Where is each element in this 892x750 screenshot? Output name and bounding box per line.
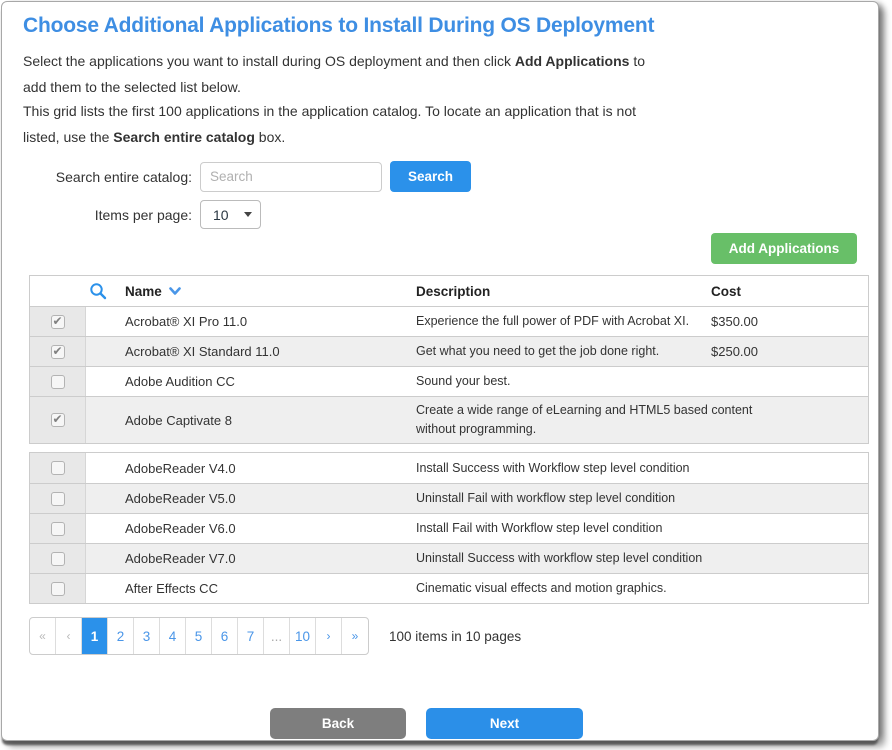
- app-description: Install Success with Workflow step level…: [416, 455, 756, 482]
- row-checkbox[interactable]: [51, 413, 65, 427]
- header-name[interactable]: Name: [86, 282, 416, 300]
- app-description: Uninstall Fail with workflow step level …: [416, 485, 756, 512]
- table-section-bottom: AdobeReader V4.0 Install Success with Wo…: [29, 452, 869, 604]
- page-number-button[interactable]: 6: [212, 618, 238, 654]
- checkbox-cell: [30, 514, 86, 543]
- row-checkbox[interactable]: [51, 582, 65, 596]
- page-number-button[interactable]: 10: [290, 618, 316, 654]
- row-checkbox[interactable]: [51, 522, 65, 536]
- checkbox-cell: [30, 453, 86, 483]
- page-number-button[interactable]: 5: [186, 618, 212, 654]
- header-cost: Cost: [711, 284, 868, 299]
- app-description: Create a wide range of eLearning and HTM…: [416, 397, 756, 443]
- app-name: Acrobat® XI Standard 11.0: [86, 344, 416, 359]
- app-description: Cinematic visual effects and motion grap…: [416, 575, 756, 602]
- app-name: AdobeReader V6.0: [86, 521, 416, 536]
- items-per-page-select[interactable]: 10: [200, 200, 261, 229]
- page-number-button[interactable]: 4: [160, 618, 186, 654]
- back-button[interactable]: Back: [270, 708, 406, 739]
- applications-table: Name Description Cost Acrobat® XI Pro 11…: [29, 275, 869, 604]
- app-description: Sound your best.: [416, 368, 756, 395]
- intro-paragraph-1: Select the applications you want to inst…: [23, 48, 671, 100]
- page-first-button[interactable]: «: [30, 618, 56, 654]
- app-name: After Effects CC: [86, 581, 416, 596]
- add-applications-button[interactable]: Add Applications: [711, 233, 857, 264]
- pagination: « ‹ 1 2 3 4 5 6 7 ... 10 › »: [29, 617, 369, 655]
- checkbox-cell: [30, 484, 86, 513]
- chevron-down-icon: [244, 212, 252, 217]
- checkbox-cell: [30, 337, 86, 366]
- page-number-button[interactable]: 7: [238, 618, 264, 654]
- table-row: AdobeReader V4.0 Install Success with Wo…: [30, 453, 868, 483]
- table-row: AdobeReader V6.0 Install Fail with Workf…: [30, 513, 868, 543]
- table-row: After Effects CC Cinematic visual effect…: [30, 573, 868, 603]
- app-name: Adobe Audition CC: [86, 374, 416, 389]
- intro-1-bold: Add Applications: [515, 53, 630, 69]
- pagination-row: « ‹ 1 2 3 4 5 6 7 ... 10 › » 100 items i…: [29, 617, 521, 655]
- table-row: Acrobat® XI Pro 11.0 Experience the full…: [30, 306, 868, 336]
- app-name: Adobe Captivate 8: [86, 413, 416, 428]
- app-name: Acrobat® XI Pro 11.0: [86, 314, 416, 329]
- header-name-label[interactable]: Name: [125, 284, 162, 299]
- app-description: Uninstall Success with workflow step lev…: [416, 545, 756, 572]
- items-per-page-row: Items per page: 10: [22, 200, 261, 229]
- app-name: AdobeReader V5.0: [86, 491, 416, 506]
- page-number-button[interactable]: 2: [108, 618, 134, 654]
- page-number-button[interactable]: 3: [134, 618, 160, 654]
- row-checkbox[interactable]: [51, 375, 65, 389]
- app-name: AdobeReader V4.0: [86, 461, 416, 476]
- checkbox-cell: [30, 544, 86, 573]
- checkbox-cell: [30, 307, 86, 336]
- app-description: Install Fail with Workflow step level co…: [416, 515, 756, 542]
- app-cost: $250.00: [711, 344, 868, 359]
- checkbox-cell: [30, 574, 86, 603]
- app-description: Experience the full power of PDF with Ac…: [416, 308, 756, 335]
- row-checkbox[interactable]: [51, 461, 65, 475]
- search-row: Search entire catalog: Search: [22, 161, 471, 192]
- sort-descending-icon[interactable]: [169, 287, 181, 296]
- search-icon[interactable]: [89, 282, 107, 300]
- items-per-page-value: 10: [213, 207, 244, 223]
- table-row: Adobe Captivate 8 Create a wide range of…: [30, 396, 868, 443]
- table-row: AdobeReader V7.0 Uninstall Success with …: [30, 543, 868, 573]
- intro-2-text-end: box.: [255, 129, 285, 145]
- intro-1-text: Select the applications you want to inst…: [23, 53, 515, 69]
- table-row: Acrobat® XI Standard 11.0 Get what you n…: [30, 336, 868, 366]
- app-cost: $350.00: [711, 314, 868, 329]
- search-label: Search entire catalog:: [22, 169, 200, 185]
- page-last-button[interactable]: »: [342, 618, 368, 654]
- search-input[interactable]: [200, 162, 382, 192]
- row-checkbox[interactable]: [51, 315, 65, 329]
- intro-paragraph-2: This grid lists the first 100 applicatio…: [23, 98, 671, 150]
- row-checkbox[interactable]: [51, 552, 65, 566]
- page-number-button[interactable]: 1: [82, 618, 108, 654]
- items-count-summary: 100 items in 10 pages: [389, 629, 521, 644]
- app-name: AdobeReader V7.0: [86, 551, 416, 566]
- items-per-page-label: Items per page:: [22, 207, 200, 223]
- intro-2-bold: Search entire catalog: [113, 129, 255, 145]
- next-button[interactable]: Next: [426, 708, 583, 739]
- page-ellipsis: ...: [264, 618, 290, 654]
- page-next-button[interactable]: ›: [316, 618, 342, 654]
- row-checkbox[interactable]: [51, 345, 65, 359]
- table-row: AdobeReader V5.0 Uninstall Fail with wor…: [30, 483, 868, 513]
- page-title: Choose Additional Applications to Instal…: [23, 14, 654, 38]
- checkbox-cell: [30, 397, 86, 443]
- page-prev-button[interactable]: ‹: [56, 618, 82, 654]
- row-checkbox[interactable]: [51, 492, 65, 506]
- table-row: Adobe Audition CC Sound your best.: [30, 366, 868, 396]
- search-button[interactable]: Search: [390, 161, 471, 192]
- header-description: Description: [416, 284, 711, 299]
- app-description: Get what you need to get the job done ri…: [416, 338, 756, 365]
- checkbox-cell: [30, 367, 86, 396]
- dialog-window: Choose Additional Applications to Instal…: [1, 1, 879, 741]
- table-section-top: Name Description Cost Acrobat® XI Pro 11…: [29, 275, 869, 444]
- table-header-row: Name Description Cost: [30, 276, 868, 306]
